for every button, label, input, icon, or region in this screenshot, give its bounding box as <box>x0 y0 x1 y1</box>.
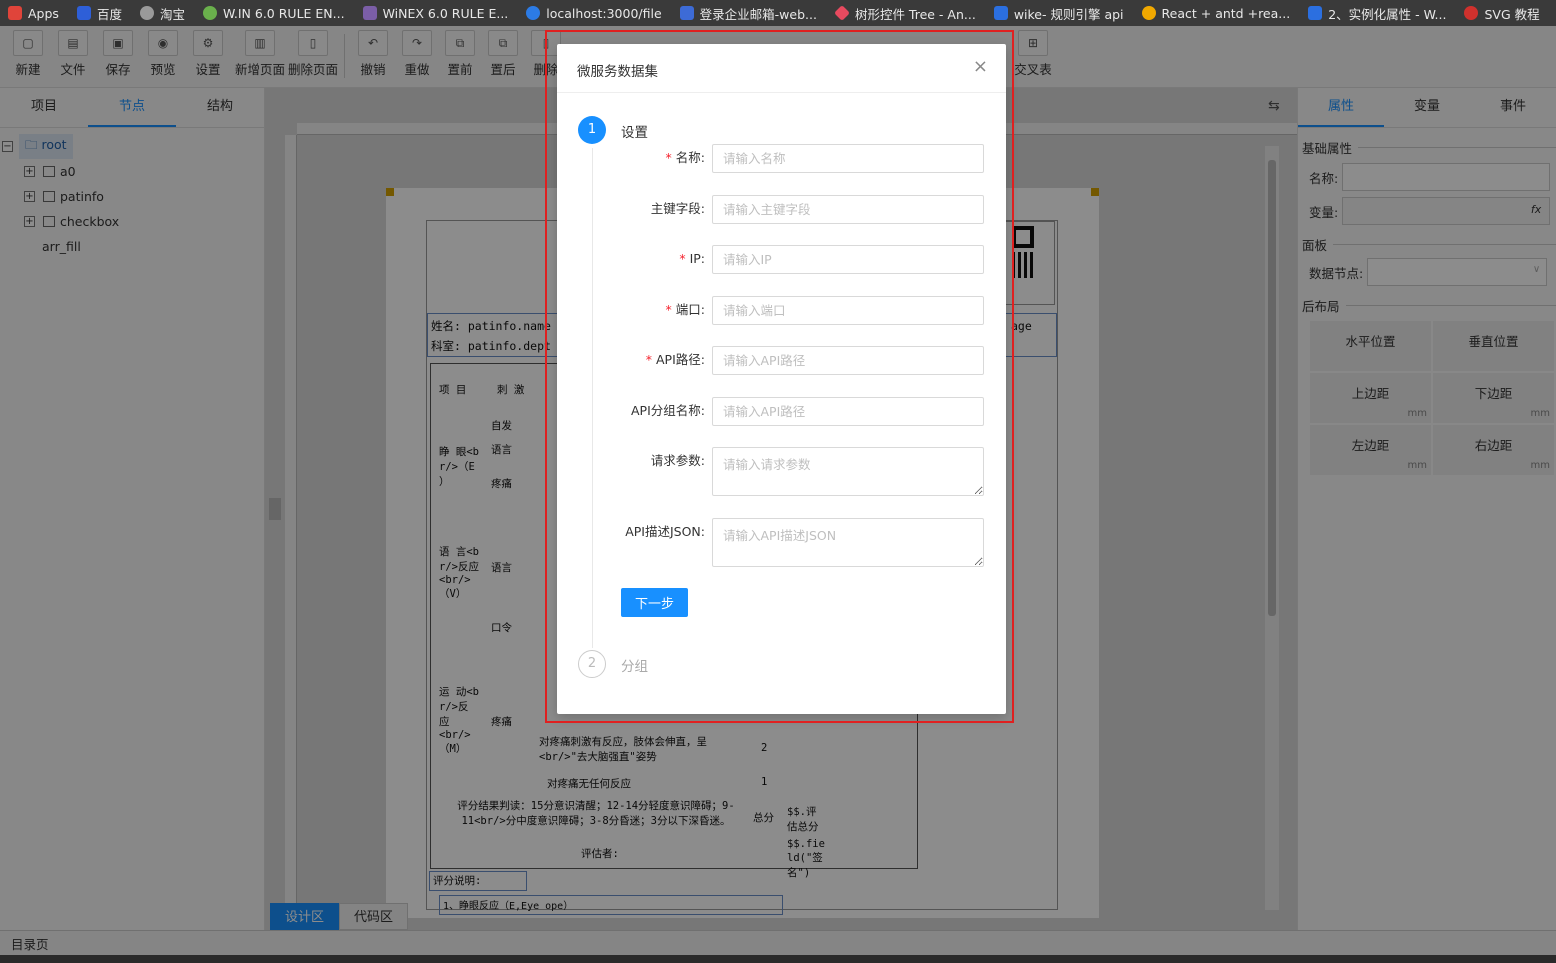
field-name-label: * 名称: <box>665 150 705 165</box>
field-port-label: * 端口: <box>665 302 705 317</box>
document-icon <box>362 6 377 20</box>
bookmarks-bar: Apps 百度 淘宝 W.IN 6.0 RULE EN... WiNEX 6.0… <box>0 0 1556 26</box>
field-port-row: * 端口: <box>577 296 984 325</box>
field-api-group-row: API分组名称: <box>577 397 984 426</box>
apps-icon <box>8 6 22 20</box>
field-ip-label: * IP: <box>679 251 705 266</box>
step-1-indicator: 1 <box>578 116 606 144</box>
close-icon[interactable]: × <box>973 58 988 76</box>
field-api-json-row: API描述JSON: <box>577 518 984 567</box>
modal-title: 微服务数据集 <box>577 64 658 80</box>
bookmark-wike-rule-api[interactable]: wike- 规则引擎 api <box>993 4 1124 23</box>
bookmark-instantiate-props[interactable]: 2、实例化属性 - W... <box>1308 4 1446 23</box>
api-json-textarea[interactable] <box>712 518 984 567</box>
step-1-title: 设置 <box>621 125 648 141</box>
bookmark-enterprise-mail[interactable]: 登录企业邮箱-web... <box>679 4 817 23</box>
field-request-params-row: 请求参数: <box>577 447 984 496</box>
circle-icon <box>526 6 541 20</box>
microservice-dataset-modal: 微服务数据集 × 1 设置 *名称: 主键字段: *IP: *端口: *API路… <box>557 44 1006 714</box>
bookmark-winex-rule[interactable]: WiNEX 6.0 RULE E... <box>362 6 508 21</box>
bookmark-win-rule-en[interactable]: W.IN 6.0 RULE EN... <box>202 6 345 21</box>
api-group-input[interactable] <box>712 397 984 426</box>
juejin-icon <box>1141 6 1156 20</box>
bookmark-localhost-file[interactable]: localhost:3000/file <box>526 6 662 21</box>
field-name-row: * 名称: <box>577 144 984 173</box>
mail-icon <box>679 6 694 20</box>
field-primary-key-row: 主键字段: <box>577 195 984 224</box>
bookmark-baidu[interactable]: 百度 <box>76 4 122 23</box>
modal-header: 微服务数据集 × <box>557 44 1006 93</box>
bookmark-antd-tree[interactable]: 树形控件 Tree - An... <box>834 4 976 23</box>
field-ip-row: * IP: <box>577 245 984 274</box>
field-api-json-label: API描述JSON: <box>625 524 705 539</box>
field-api-group-label: API分组名称: <box>631 403 705 418</box>
name-input[interactable] <box>712 144 984 173</box>
field-api-path-row: * API路径: <box>577 346 984 375</box>
baidu-icon <box>76 6 91 20</box>
diamond-icon <box>834 5 850 21</box>
next-step-button[interactable]: 下一步 <box>621 588 688 617</box>
confluence-icon <box>993 6 1008 20</box>
bookmark-svg-tutorial[interactable]: SVG 教程 <box>1464 4 1540 23</box>
bookmark-apps[interactable]: Apps <box>8 6 59 21</box>
field-request-params-label: 请求参数: <box>650 453 705 468</box>
bookmark-react-antd[interactable]: React + antd +rea... <box>1141 6 1290 21</box>
primary-key-input[interactable] <box>712 195 984 224</box>
field-primary-key-label: 主键字段: <box>650 201 705 216</box>
bookmark-taobao[interactable]: 淘宝 <box>139 4 185 23</box>
required-mark: * <box>665 150 672 165</box>
confluence-icon <box>1308 6 1323 20</box>
ip-input[interactable] <box>712 245 984 274</box>
required-mark: * <box>645 352 652 367</box>
api-path-input[interactable] <box>712 346 984 375</box>
required-mark: * <box>665 302 672 317</box>
field-api-path-label: * API路径: <box>645 352 705 367</box>
step-2-title: 分组 <box>621 659 648 675</box>
globe-icon <box>139 6 154 20</box>
taskbar <box>0 955 1556 963</box>
leaf-icon <box>202 6 217 20</box>
runoob-icon <box>1464 6 1479 20</box>
port-input[interactable] <box>712 296 984 325</box>
required-mark: * <box>679 251 686 266</box>
request-params-textarea[interactable] <box>712 447 984 496</box>
step-2-indicator: 2 <box>578 650 606 678</box>
